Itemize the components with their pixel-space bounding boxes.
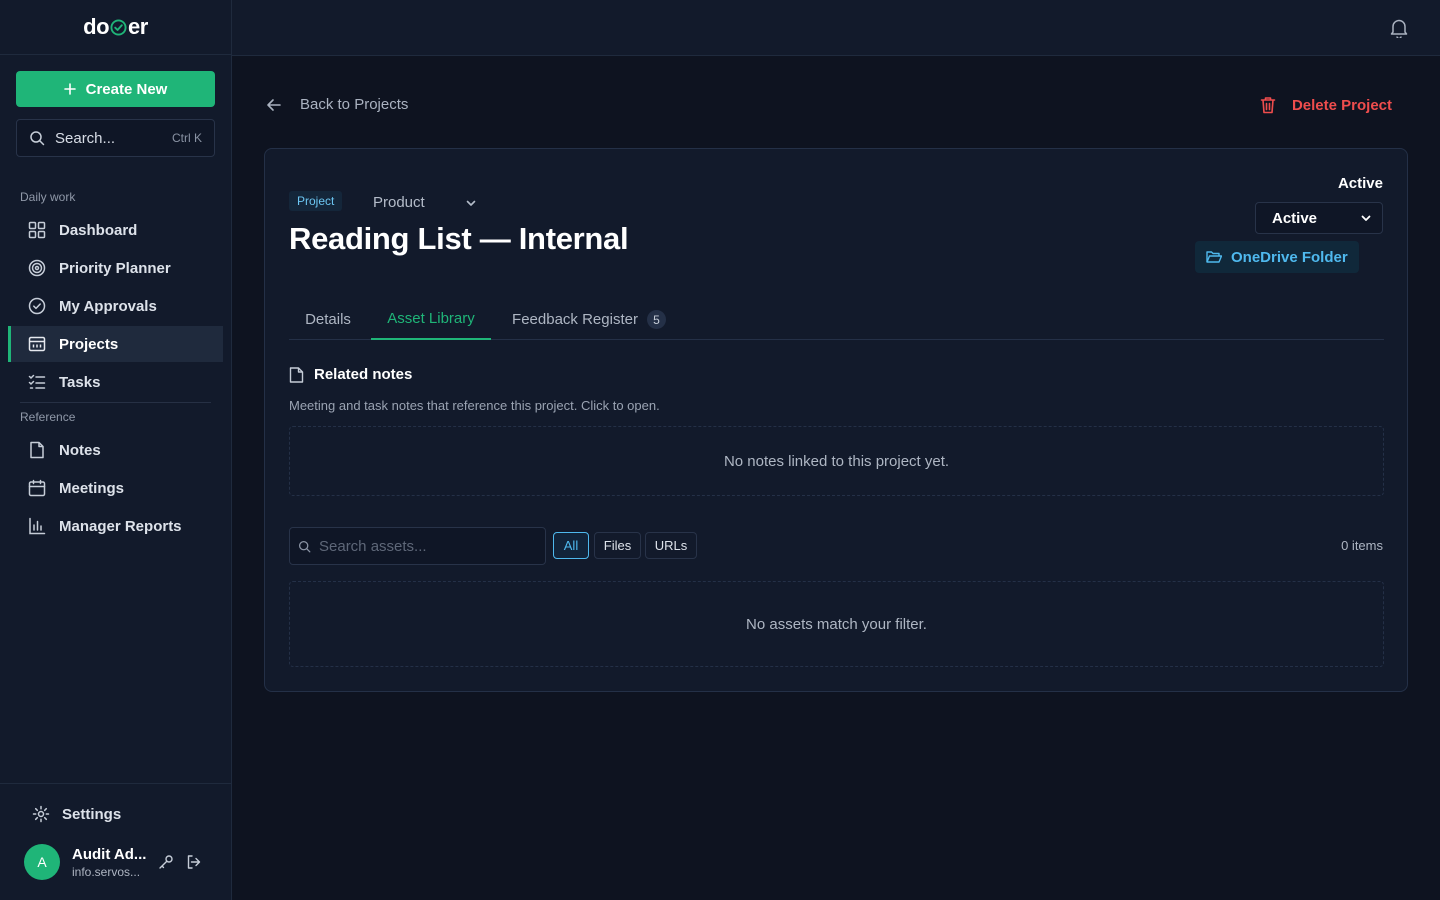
user-name: Audit Ad... [72, 845, 147, 863]
sidebar: do er Create New Search... Ctrl K Daily … [0, 0, 232, 900]
page-title: Reading List — Internal [289, 221, 629, 256]
filter-urls-button[interactable]: URLs [645, 532, 697, 559]
sidebar-item-manager-reports[interactable]: Manager Reports [8, 508, 223, 544]
settings-label: Settings [62, 805, 122, 823]
plus-icon [63, 83, 76, 95]
sidebar-item-projects[interactable]: Projects [8, 326, 223, 362]
sidebar-item-label: Priority Planner [59, 259, 171, 277]
assets-empty-text: No assets match your filter. [746, 615, 927, 633]
related-notes-title: Related notes [314, 366, 413, 383]
tasks-icon [28, 374, 46, 389]
sidebar-item-label: Projects [59, 335, 119, 353]
global-search[interactable]: Search... Ctrl K [16, 119, 215, 157]
filter-all-button[interactable]: All [553, 532, 589, 559]
related-notes-heading: Related notes [289, 366, 412, 383]
sidebar-divider [20, 402, 211, 403]
avatar[interactable]: A [24, 844, 60, 880]
dashboard-icon [28, 221, 46, 239]
asset-search-input[interactable] [319, 537, 537, 555]
assets-empty-state: No assets match your filter. [289, 581, 1384, 667]
back-label: Back to Projects [300, 96, 409, 113]
app-logo[interactable]: do er [83, 14, 148, 40]
calendar-icon [28, 479, 46, 497]
target-icon [28, 259, 46, 277]
project-tabs: Details Asset Library Feedback Register … [289, 299, 1384, 340]
sidebar-item-label: Notes [59, 441, 101, 459]
top-bar [232, 0, 1440, 56]
user-email: info.servos... [72, 864, 141, 879]
filter-files-button[interactable]: Files [594, 532, 641, 559]
sidebar-item-label: Manager Reports [59, 517, 182, 535]
tab-feedback-register[interactable]: Feedback Register 5 [505, 299, 673, 340]
trash-icon [1260, 97, 1276, 114]
arrow-left-icon [267, 98, 281, 111]
back-to-projects-link[interactable]: Back to Projects [266, 96, 408, 113]
sidebar-item-priority-planner[interactable]: Priority Planner [8, 250, 223, 286]
sidebar-item-label: Meetings [59, 479, 125, 497]
logo-text-left: do [83, 14, 110, 39]
user-profile: A Audit Ad... info.servos... [24, 844, 202, 880]
bell-icon[interactable] [1390, 18, 1408, 38]
folder-open-icon [1206, 251, 1222, 263]
sidebar-item-label: Tasks [59, 373, 101, 391]
tab-label: Feedback Register [512, 311, 638, 328]
notes-empty-state: No notes linked to this project yet. [289, 426, 1384, 496]
delete-label: Delete Project [1291, 96, 1392, 114]
asset-search[interactable] [289, 527, 546, 565]
chevron-down-icon [466, 200, 476, 206]
tab-details[interactable]: Details [289, 299, 367, 340]
user-actions [158, 854, 202, 870]
check-circle-icon [28, 297, 46, 315]
sidebar-item-meetings[interactable]: Meetings [8, 470, 223, 506]
sidebar-item-dashboard[interactable]: Dashboard [8, 212, 223, 248]
gear-icon [32, 805, 50, 823]
logo-text-right: er [128, 14, 148, 39]
bar-chart-icon [29, 517, 46, 535]
search-placeholder: Search... [55, 129, 116, 147]
key-icon[interactable] [158, 854, 174, 870]
category-value: Product [373, 194, 425, 211]
sidebar-item-label: Dashboard [59, 221, 138, 239]
section-reference: Reference [20, 410, 76, 424]
logo-row: do er [0, 0, 231, 55]
search-shortcut: Ctrl K [172, 131, 202, 145]
onedrive-label: OneDrive Folder [1231, 248, 1348, 266]
create-new-button[interactable]: Create New [16, 71, 215, 107]
note-icon [30, 441, 44, 459]
sidebar-item-notes[interactable]: Notes [8, 432, 223, 468]
project-type-badge: Project [289, 191, 343, 211]
delete-project-button[interactable]: Delete Project [1260, 96, 1392, 114]
logo-check-icon [110, 18, 127, 36]
section-daily-work: Daily work [20, 190, 76, 204]
chevron-down-icon [1361, 215, 1371, 221]
count-badge: 5 [646, 310, 666, 329]
search-icon [30, 131, 45, 146]
sidebar-item-my-approvals[interactable]: My Approvals [8, 288, 223, 324]
sidebar-item-tasks[interactable]: Tasks [8, 364, 223, 400]
sidebar-item-label: My Approvals [59, 297, 157, 315]
settings-link[interactable]: Settings [32, 805, 121, 823]
tab-label: Asset Library [387, 310, 475, 327]
search-icon [298, 540, 311, 552]
user-info: Audit Ad... info.servos... [72, 846, 152, 879]
sidebar-footer: Settings A Audit Ad... info.servos... [0, 783, 231, 900]
onedrive-folder-button[interactable]: OneDrive Folder [1195, 241, 1359, 273]
projects-icon [28, 336, 46, 352]
note-icon [289, 366, 304, 383]
tab-label: Details [305, 311, 351, 328]
project-card: Project Product Reading List — Internal … [264, 148, 1408, 692]
tab-asset-library[interactable]: Asset Library [371, 299, 491, 340]
logout-icon[interactable] [186, 854, 202, 870]
asset-count: 0 items [1341, 538, 1383, 553]
status-value: Active [1272, 209, 1318, 227]
status-label: Active [1337, 175, 1383, 192]
notes-empty-text: No notes linked to this project yet. [723, 452, 950, 470]
category-select[interactable]: Product [373, 194, 477, 211]
create-new-label: Create New [85, 80, 168, 98]
status-select[interactable]: Active [1255, 202, 1383, 234]
related-notes-description: Meeting and task notes that reference th… [289, 398, 660, 413]
